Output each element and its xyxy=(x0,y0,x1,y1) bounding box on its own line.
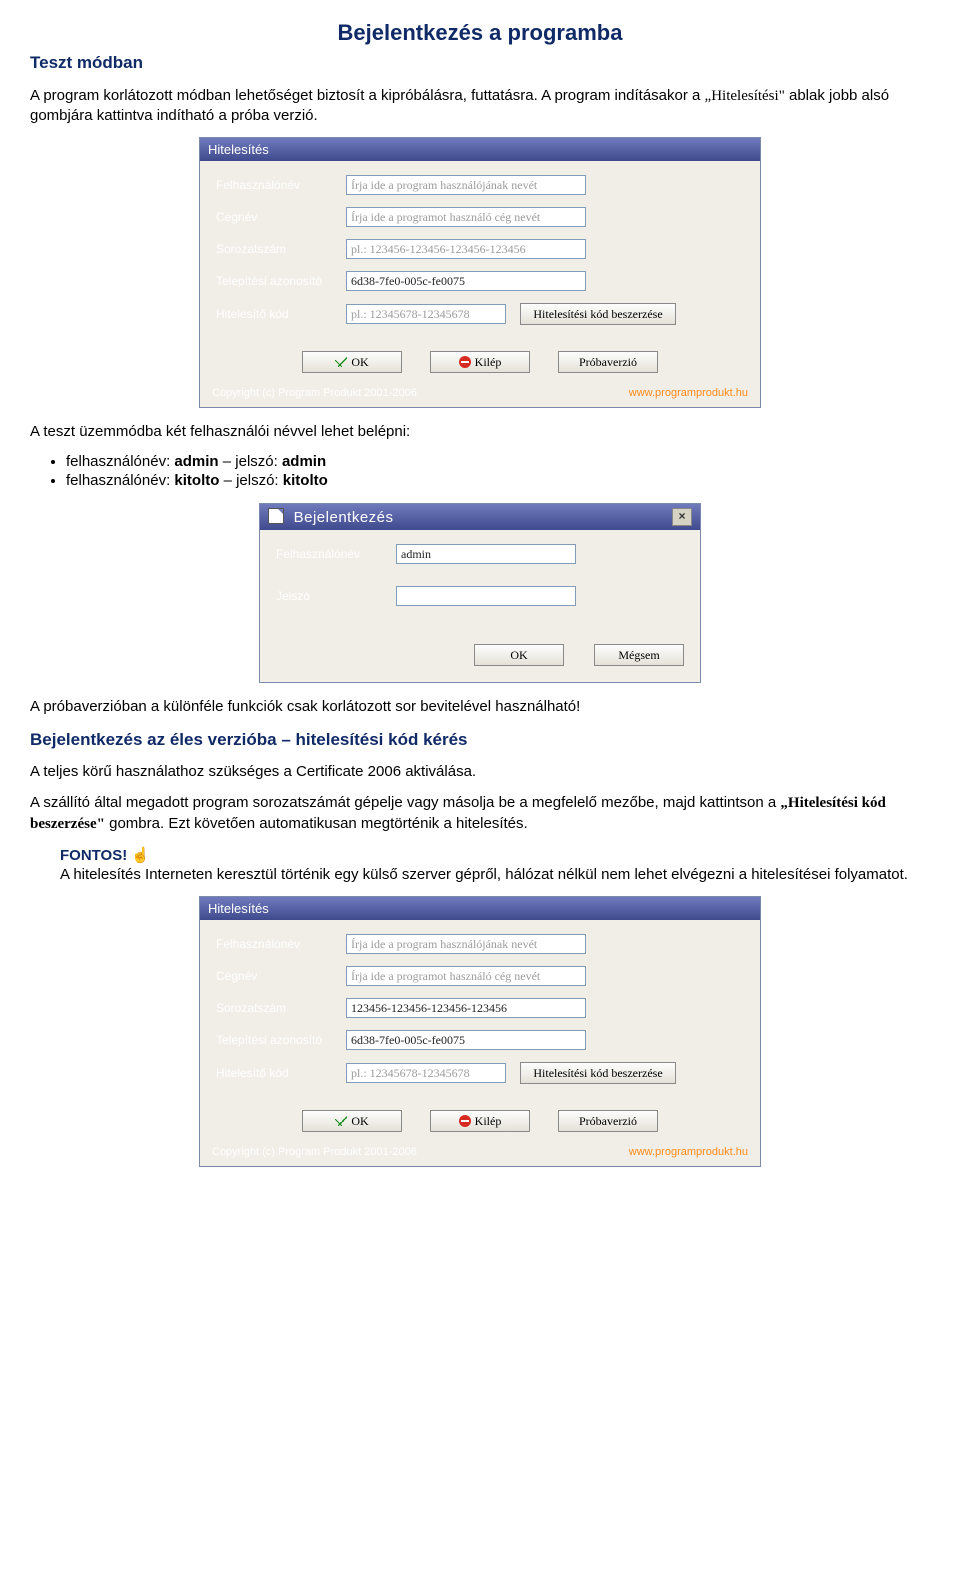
ok-button-label: OK xyxy=(351,1114,368,1129)
users-intro: A teszt üzemmódba két felhasználói névve… xyxy=(30,422,930,441)
page-title: Bejelentkezés a programba xyxy=(30,20,930,46)
vendor-url[interactable]: www.programprodukt.hu xyxy=(629,387,748,399)
vendor-url[interactable]: www.programprodukt.hu xyxy=(629,1146,748,1158)
live-heading: Bejelentkezés az éles verzióba – hiteles… xyxy=(30,729,930,751)
login-password-input[interactable] xyxy=(396,586,576,606)
stop-icon xyxy=(459,356,471,368)
get-code-button[interactable]: Hitelesítési kód beszerzése xyxy=(520,303,676,325)
intro-text-a: A program korlátozott módban lehetőséget… xyxy=(30,87,705,104)
close-icon[interactable]: × xyxy=(672,508,692,526)
username-input[interactable]: Írja ide a program használójának nevét xyxy=(346,175,586,195)
important-note: FONTOS! ☝ A hitelesítés Interneten keres… xyxy=(60,846,930,884)
exit-button-label: Kilép xyxy=(475,1114,502,1129)
label-company: Cégnév xyxy=(216,210,346,224)
dialog-title: Hitelesítés xyxy=(208,142,269,157)
intro-paragraph: A program korlátozott módban lehetőséget… xyxy=(30,86,930,125)
trial-limit-text: A próbaverzióban a különféle funkciók cs… xyxy=(30,697,930,716)
install-id-input[interactable]: 6d38-7fe0-005c-fe0075 xyxy=(346,271,586,291)
intro-cite: „Hitelesítési" xyxy=(705,88,785,104)
auth-dialog-1-titlebar: Hitelesítés xyxy=(200,138,760,161)
label-company: Cégnév xyxy=(216,969,346,983)
copyright-text: Copyright (c) Program Produkt 2001-2006 xyxy=(212,387,417,399)
install-id-input[interactable]: 6d38-7fe0-005c-fe0075 xyxy=(346,1030,586,1050)
label-password: Jelszó xyxy=(276,589,396,603)
exit-button[interactable]: Kilép xyxy=(430,351,530,373)
company-input[interactable]: Írja ide a programot használó cég nevét xyxy=(346,966,586,986)
trial-button[interactable]: Próbaverzió xyxy=(558,351,658,373)
auth-dialog-2-titlebar: Hitelesítés xyxy=(200,897,760,920)
dialog-title: Hitelesítés xyxy=(208,901,269,916)
login-dialog-titlebar: Bejelentkezés × xyxy=(260,504,700,530)
cancel-button[interactable]: Mégsem xyxy=(594,644,684,666)
ok-button[interactable]: OK xyxy=(302,1110,402,1132)
auth-code-input[interactable]: pl.: 12345678-12345678 xyxy=(346,1063,506,1083)
hand-icon: ☝ xyxy=(131,847,150,864)
auth-code-input[interactable]: pl.: 12345678-12345678 xyxy=(346,304,506,324)
label-username: Felhasználónév xyxy=(216,178,346,192)
trial-button[interactable]: Próbaverzió xyxy=(558,1110,658,1132)
auth-dialog-2: Hitelesítés Felhasználónév Írja ide a pr… xyxy=(199,896,761,1167)
label-install-id: Telepítési azonosító xyxy=(216,1033,346,1047)
document-icon xyxy=(268,508,284,524)
label-auth-code: Hitelesítő kód xyxy=(216,1066,346,1080)
stop-icon xyxy=(459,1115,471,1127)
login-username-input[interactable]: admin xyxy=(396,544,576,564)
cert-line: A teljes körű használathoz szükséges a C… xyxy=(30,762,930,781)
copyright-text: Copyright (c) Program Produkt 2001-2006 xyxy=(212,1146,417,1158)
test-mode-heading: Teszt módban xyxy=(30,52,930,74)
serial-input[interactable]: 123456-123456-123456-123456 xyxy=(346,998,586,1018)
exit-button[interactable]: Kilép xyxy=(430,1110,530,1132)
label-auth-code: Hitelesítő kód xyxy=(216,307,346,321)
label-serial: Sorozatszám xyxy=(216,242,346,256)
ok-button[interactable]: OK xyxy=(474,644,564,666)
dialog-title: Bejelentkezés xyxy=(294,509,394,526)
check-icon xyxy=(335,1115,347,1127)
label-username: Felhasználónév xyxy=(216,937,346,951)
label-username: Felhasználónév xyxy=(276,547,396,561)
ok-button[interactable]: OK xyxy=(302,351,402,373)
user-credential-1: felhasználónév: admin – jelszó: admin xyxy=(66,453,930,470)
company-input[interactable]: Írja ide a programot használó cég nevét xyxy=(346,207,586,227)
username-input[interactable]: Írja ide a program használójának nevét xyxy=(346,934,586,954)
user-credential-2: felhasználónév: kitolto – jelszó: kitolt… xyxy=(66,472,930,489)
auth-dialog-1: Hitelesítés Felhasználónév Írja ide a pr… xyxy=(199,137,761,408)
ok-button-label: OK xyxy=(351,355,368,370)
label-serial: Sorozatszám xyxy=(216,1001,346,1015)
serial-paragraph: A szállító által megadott program soroza… xyxy=(30,793,930,833)
exit-button-label: Kilép xyxy=(475,355,502,370)
login-dialog: Bejelentkezés × Felhasználónév admin Jel… xyxy=(259,503,701,683)
label-install-id: Telepítési azonosító xyxy=(216,274,346,288)
serial-input[interactable]: pl.: 123456-123456-123456-123456 xyxy=(346,239,586,259)
check-icon xyxy=(335,356,347,368)
get-code-button[interactable]: Hitelesítési kód beszerzése xyxy=(520,1062,676,1084)
